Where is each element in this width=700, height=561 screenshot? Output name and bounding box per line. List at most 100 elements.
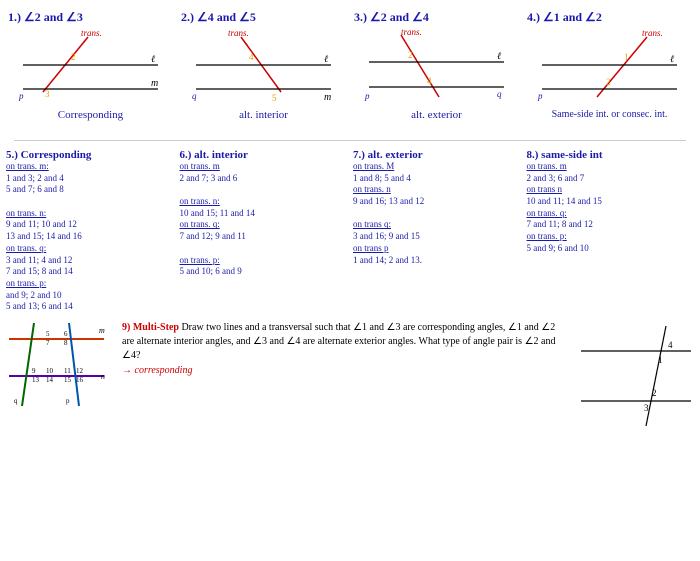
diagram-1-title: 1.) ∠2 and ∠3 [8,10,173,25]
svg-text:trans.: trans. [228,28,249,38]
diagram-4-label: Same-side int. or consec. int. [527,109,692,121]
svg-text:7: 7 [46,339,50,347]
problem-9: 9) Multi-Step Draw two lines and a trans… [118,321,572,446]
problem-8: 8.) same-side int on trans. m 2 and 3; 6… [525,147,697,315]
problem-6-text: on trans. m 2 and 7; 3 and 6 on trans. n… [180,161,348,278]
problem-5-title: 5.) Corresponding [6,149,174,161]
svg-text:q: q [192,91,197,101]
diagram-3-label: alt. exterior [354,109,519,121]
p6-trans-q: on trans. q: [180,219,220,229]
p6-n-values: 10 and 15; 11 and 14 [180,208,255,218]
svg-text:4: 4 [427,76,432,86]
problem-6-title: 6.) alt. interior [180,149,348,161]
p7-n-values: 9 and 16; 13 and 12 [353,196,424,206]
p6-trans-m: on trans. m [180,161,220,171]
svg-text:12: 12 [76,367,84,375]
problem-9-answer: → corresponding [122,365,568,376]
p7-trans-m: on trans. M [353,161,394,171]
p6-q-values: 7 and 12; 9 and 11 [180,231,246,241]
diagram-4-svg: trans. ℓ 1 2 p [532,27,687,105]
svg-text:8: 8 [64,339,68,347]
p5-trans-p: on trans. p: [6,278,46,288]
svg-text:1: 1 [624,52,629,62]
top-row: 1.) ∠2 and ∠3 trans. ℓ 2 m 3 p Co [0,0,700,136]
p5-p-values: and 9; 2 and 10 [6,290,62,300]
p6-p-values: 5 and 10; 6 and 9 [180,266,242,276]
p8-q-values: 7 and 11; 8 and 12 [527,219,593,229]
svg-text:6: 6 [64,330,68,338]
diagram-3-title: 3.) ∠2 and ∠4 [354,10,519,25]
svg-text:5: 5 [46,330,50,338]
problem-7-text: on trans. M 1 and 8; 5 and 4 on trans. n… [353,161,521,266]
svg-text:n: n [101,372,105,381]
p7-trans-p: on trans p [353,243,389,253]
problem-7-title: 7.) alt. exterior [353,149,521,161]
page: 1.) ∠2 and ∠3 trans. ℓ 2 m 3 p Co [0,0,700,561]
p8-p-values: 5 and 9; 6 and 10 [527,243,589,253]
p8-n-values: 10 and 11; 14 and 15 [527,196,602,206]
diagram-2-title: 2.) ∠4 and ∠5 [181,10,346,25]
svg-text:m: m [324,92,331,103]
problem-5: 5.) Corresponding on trans. m: 1 and 3; … [4,147,176,315]
diagram-1-label: Corresponding [8,109,173,121]
svg-text:2: 2 [71,52,76,62]
p8-m-values: 2 and 3; 6 and 7 [527,173,585,183]
p5-trans-q: on trans. q: [6,243,46,253]
svg-text:ℓ: ℓ [497,51,501,62]
svg-text:trans.: trans. [81,28,102,38]
diagram-1: 1.) ∠2 and ∠3 trans. ℓ 2 m 3 p Co [4,6,177,136]
svg-text:p: p [537,91,543,101]
svg-text:m: m [99,326,105,335]
p5-p2-values: 5 and 13; 6 and 14 [6,301,73,311]
p8-trans-p: on trans. p: [527,231,567,241]
problem-9-answer-text: corresponding [135,365,193,376]
svg-text:3: 3 [644,403,649,413]
problem-7: 7.) alt. exterior on trans. M 1 and 8; 5… [351,147,523,315]
svg-text:ℓ: ℓ [670,54,674,65]
svg-text:14: 14 [46,376,54,384]
p6-trans-p: on trans. p: [180,255,220,265]
svg-text:m: m [151,78,158,89]
p7-q-values: 3 and 16; 9 and 15 [353,231,420,241]
diagram-2: 2.) ∠4 and ∠5 trans. ℓ 4 m 5 q alt. inte… [177,6,350,136]
svg-text:1: 1 [658,355,663,365]
problems-section: 5.) Corresponding on trans. m: 1 and 3; … [0,145,700,317]
p8-trans-m: on trans. m [527,161,567,171]
svg-text:2: 2 [606,77,611,87]
diagram-3-svg: trans. ℓ 2 4 q p [359,27,514,105]
p6-trans-n: on trans. n: [180,196,220,206]
answer-diagram: 4 1 2 3 [576,321,696,446]
p5-q-values: 3 and 11; 4 and 12 [6,255,72,265]
problem-9-prompt: 9) Multi-Step Draw two lines and a trans… [122,321,568,363]
svg-text:15: 15 [64,376,72,384]
multi-step-label: 9) Multi-Step [122,322,179,333]
problem-9-body: Draw two lines and a transversal such th… [122,322,555,361]
problem-6: 6.) alt. interior on trans. m 2 and 7; 3… [178,147,350,315]
svg-text:trans.: trans. [642,28,663,38]
problem-5-text: on trans. m: 1 and 3; 2 and 4 5 and 7; 6… [6,161,174,313]
svg-text:p: p [364,91,370,101]
diagram-2-label: alt. interior [181,109,346,121]
p8-trans-n: on trans n [527,184,563,194]
answer-svg: 4 1 2 3 [576,321,696,431]
svg-text:5: 5 [272,93,277,103]
divider [14,140,686,141]
bottom-area: m 5 6 7 8 9 10 13 14 11 12 15 16 [0,321,700,446]
svg-text:ℓ: ℓ [324,54,328,65]
svg-text:11: 11 [64,367,71,375]
svg-text:13: 13 [32,376,40,384]
problem-8-title: 8.) same-side int [527,149,695,161]
colored-lines-diagram: m 5 6 7 8 9 10 13 14 11 12 15 16 [4,321,114,446]
diagram-4: 4.) ∠1 and ∠2 trans. ℓ 1 2 p Same-side i… [523,6,696,136]
p6-m-values: 2 and 7; 3 and 6 [180,173,238,183]
diagram-1-svg: trans. ℓ 2 m 3 p [13,27,168,105]
p7-p-values: 1 and 14; 2 and 13. [353,255,422,265]
svg-text:4: 4 [668,340,673,350]
svg-text:4: 4 [249,52,254,62]
svg-text:q: q [497,89,502,99]
diagram-4-title: 4.) ∠1 and ∠2 [527,10,692,25]
diagram-3: 3.) ∠2 and ∠4 trans. ℓ 2 4 q p al [350,6,523,136]
problem-8-text: on trans. m 2 and 3; 6 and 7 on trans n … [527,161,695,255]
p5-trans-n: on trans. n: [6,208,46,218]
svg-text:p: p [66,397,70,405]
